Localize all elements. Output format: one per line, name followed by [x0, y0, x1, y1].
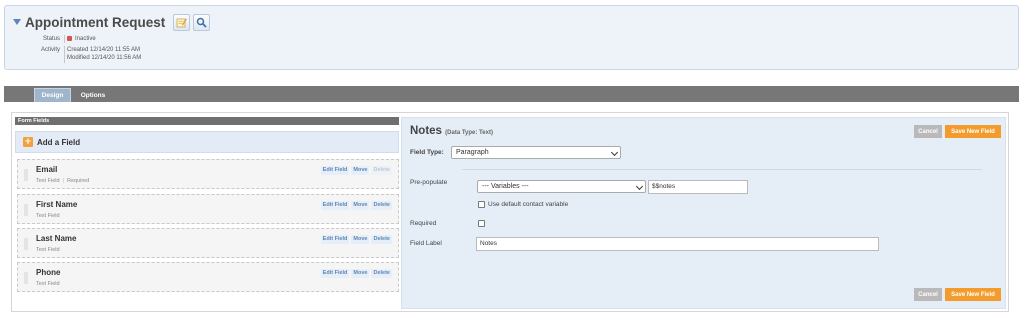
section-divider [462, 169, 982, 170]
variables-select[interactable]: --- Variables --- [477, 180, 646, 193]
status-label: Status [42, 36, 60, 42]
field-type: Text Field [36, 247, 60, 253]
edit-note-icon [176, 18, 188, 27]
save-new-field-button[interactable]: Save New Field [945, 125, 1001, 138]
delete-button[interactable]: Delete [371, 201, 392, 210]
field-type: Text Field [36, 281, 60, 287]
prepopulate-input[interactable]: $$notes [648, 180, 748, 194]
field-actions: Edit Field Move Delete [320, 269, 392, 278]
tab-options[interactable]: Options [71, 88, 115, 102]
field-type: Text Field | Required [36, 178, 89, 184]
move-button[interactable]: Move [351, 201, 370, 210]
preview-button[interactable] [193, 13, 211, 31]
save-new-field-button-bottom[interactable]: Save New Field [945, 288, 1001, 301]
field-label-input[interactable]: Notes [476, 237, 879, 251]
field-row-last-name[interactable]: Last Name Text Field Edit Field Move Del… [17, 228, 399, 258]
status-divider [64, 35, 65, 43]
cancel-button-bottom[interactable]: Cancel [914, 288, 942, 301]
default-contact-checkbox[interactable] [478, 201, 485, 208]
editor-title: Notes (Data Type: Text) [410, 125, 493, 137]
title-row: Appointment Request [13, 12, 213, 32]
field-row-email[interactable]: Email Text Field | Required Edit Field Mov… [17, 159, 399, 189]
field-type-select[interactable]: Paragraph [451, 146, 621, 159]
cancel-button[interactable]: Cancel [914, 125, 942, 138]
field-type-label: Text Field [36, 178, 60, 184]
field-type: Text Field [36, 213, 60, 219]
tab-design[interactable]: Design [34, 88, 71, 102]
delete-button[interactable]: Delete [371, 269, 392, 278]
drag-handle-icon[interactable] [24, 238, 28, 250]
drag-handle-icon[interactable] [24, 272, 28, 284]
field-required-label: Required [66, 178, 90, 184]
field-row-phone[interactable]: Phone Text Field Edit Field Move Delete [17, 262, 399, 292]
move-button[interactable]: Move [351, 235, 370, 244]
editor-title-text: Notes [410, 125, 442, 137]
field-name: Last Name [36, 234, 77, 243]
plus-icon: + [23, 137, 33, 147]
field-name: Email [36, 165, 58, 174]
status-badge: Inactive [75, 36, 96, 42]
field-actions: Edit Field Move Delete [320, 166, 392, 175]
activity-label: Activity [40, 47, 60, 53]
field-name: First Name [36, 200, 78, 209]
modified-date: Modified 12/14/20 11:56 AM [67, 55, 142, 61]
variables-value: --- Variables --- [482, 183, 529, 190]
field-type-value: Paragraph [456, 149, 489, 156]
edit-field-button[interactable]: Edit Field [320, 201, 350, 210]
chevron-down-icon [610, 148, 619, 157]
edit-field-button[interactable]: Edit Field [320, 235, 350, 244]
add-field-label: Add a Field [37, 137, 81, 147]
page-title: Appointment Request [25, 14, 166, 30]
delete-button: Delete [371, 166, 392, 175]
field-actions: Edit Field Move Delete [320, 235, 392, 244]
status-dot-icon [67, 36, 72, 41]
field-meta-divider: | [62, 178, 64, 184]
field-type-label: Field Type: [410, 149, 444, 156]
collapse-arrow-icon[interactable] [13, 19, 21, 25]
tab-bar: Design Options [4, 86, 1019, 102]
field-editor-panel: Notes (Data Type: Text) Cancel Save New … [401, 117, 1006, 309]
field-row-first-name[interactable]: First Name Text Field Edit Field Move De… [17, 194, 399, 224]
move-button[interactable]: Move [351, 269, 370, 278]
required-checkbox[interactable] [478, 220, 485, 227]
form-fields-header: Form Fields [15, 117, 399, 125]
activity-divider [64, 46, 65, 63]
move-button[interactable]: Move [351, 166, 370, 175]
edit-field-button[interactable]: Edit Field [320, 166, 350, 175]
record-header: Appointment Request Status Inactive Acti… [4, 5, 1019, 70]
chevron-down-icon [635, 182, 644, 191]
drag-handle-icon[interactable] [24, 169, 28, 181]
field-name: Phone [36, 268, 61, 277]
prepopulate-label: Pre-populate [410, 179, 448, 186]
created-date: Created 12/14/20 11:55 AM [67, 47, 140, 53]
form-fields-panel: Form Fields + Add a Field Email Text Fie… [15, 117, 399, 305]
edit-button[interactable] [173, 13, 191, 31]
magnifier-icon [197, 17, 207, 28]
field-label-label: Field Label [410, 240, 442, 247]
data-type-label: (Data Type: Text) [445, 130, 493, 136]
edit-field-button[interactable]: Edit Field [320, 269, 350, 278]
delete-button[interactable]: Delete [371, 235, 392, 244]
status-value: Inactive [67, 36, 96, 42]
add-field-button[interactable]: + Add a Field [15, 131, 399, 153]
drag-handle-icon[interactable] [24, 204, 28, 216]
required-label: Required [410, 220, 437, 227]
default-contact-label: Use default contact variable [488, 201, 569, 208]
field-actions: Edit Field Move Delete [320, 201, 392, 210]
